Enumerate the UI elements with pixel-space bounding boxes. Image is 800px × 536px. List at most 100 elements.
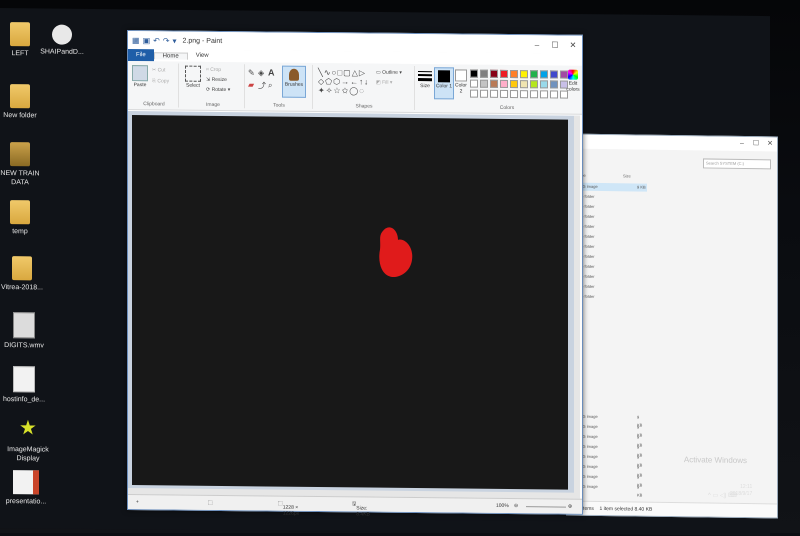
resize-button[interactable]: ⇲ Resize bbox=[206, 77, 227, 83]
palette-swatch[interactable] bbox=[550, 70, 558, 79]
desktop-icon-new-folder[interactable]: New folder bbox=[0, 84, 48, 121]
cut-button[interactable]: ✂ Cut bbox=[152, 67, 165, 73]
palette-swatch[interactable] bbox=[530, 90, 538, 99]
desktop-icon-presentation[interactable]: presentatio... bbox=[0, 470, 54, 507]
taskbar-clock[interactable]: 12:11 2018/9/17 bbox=[730, 484, 752, 498]
paste-button[interactable]: Paste bbox=[132, 65, 148, 88]
list-item[interactable]: PNG image 9 KB bbox=[577, 182, 647, 192]
shapes-group-label: Shapes bbox=[355, 103, 373, 110]
brushes-button[interactable]: Brushes bbox=[282, 65, 306, 98]
rotate-button[interactable]: ⟳ Rotate ▾ bbox=[206, 87, 230, 93]
color2-button[interactable]: Color 2 bbox=[454, 69, 468, 95]
minimize-icon[interactable]: – bbox=[528, 40, 546, 49]
palette-swatch[interactable] bbox=[540, 90, 548, 99]
palette-swatch[interactable] bbox=[540, 80, 548, 89]
palette-swatch[interactable] bbox=[500, 89, 508, 98]
size-group: Size bbox=[416, 66, 434, 110]
folder-icon bbox=[10, 142, 30, 167]
eraser-icon[interactable]: ▰ bbox=[248, 80, 254, 89]
palette-swatch[interactable] bbox=[520, 70, 528, 79]
column-size[interactable]: Size bbox=[623, 173, 669, 179]
crop-button[interactable]: ⌗ Crop bbox=[206, 67, 221, 73]
window-title: 2.png - Paint bbox=[182, 37, 223, 45]
outline-button[interactable]: ▭ Outline ▾ bbox=[376, 70, 402, 76]
maximize-icon[interactable]: ☐ bbox=[749, 137, 763, 151]
fill-icon[interactable]: ◈ bbox=[258, 68, 264, 77]
zoom-slider[interactable] bbox=[526, 506, 566, 508]
palette-swatch[interactable] bbox=[530, 80, 538, 89]
palette-swatch[interactable] bbox=[470, 89, 478, 98]
color-picker-icon[interactable]: ⤴ bbox=[258, 80, 266, 91]
palette-swatch[interactable] bbox=[490, 89, 498, 98]
tab-view[interactable]: View bbox=[188, 53, 217, 59]
desktop-icon-new-train-data[interactable]: NEW TRAIN DATA bbox=[0, 142, 48, 188]
zoom-out-icon[interactable]: ⊖ bbox=[514, 503, 518, 509]
maximize-icon[interactable]: ☐ bbox=[546, 40, 564, 49]
palette-swatch[interactable] bbox=[500, 79, 508, 88]
desktop-icon-hostinfo[interactable]: hostinfo_de... bbox=[0, 366, 52, 405]
text-icon[interactable]: A bbox=[268, 67, 275, 77]
palette-swatch[interactable] bbox=[480, 79, 488, 88]
minimize-icon[interactable]: – bbox=[735, 137, 749, 151]
desktop-icon-shaip[interactable]: SHAIPandD... bbox=[34, 24, 90, 57]
red-blob-shape bbox=[379, 227, 413, 277]
file-size: 🖫 Size: 8.4KB bbox=[352, 501, 370, 518]
explorer-search-input[interactable]: Search SYSTEM (C:) bbox=[703, 158, 771, 170]
shapes-gallery[interactable]: ╲∿○□▢△▷ ◇⬠⬡→←↑↓ ✦✧☆✩◯◌ bbox=[318, 68, 374, 96]
tools-group: ✎ ◈ A ▰ ⤴ ⌕ Brushes Tools bbox=[246, 64, 313, 109]
desktop-icon-temp[interactable]: temp bbox=[0, 200, 48, 237]
tab-home[interactable]: Home bbox=[153, 51, 188, 60]
select-button[interactable]: Select bbox=[184, 65, 202, 89]
customize-toolbar-icon[interactable]: ▾ bbox=[173, 36, 177, 45]
palette-swatch[interactable] bbox=[510, 70, 518, 79]
palette-swatch[interactable] bbox=[470, 79, 478, 88]
size-button[interactable]: Size bbox=[418, 69, 432, 89]
palette-swatch[interactable] bbox=[490, 69, 498, 78]
palette-swatch[interactable] bbox=[510, 90, 518, 99]
palette-swatch[interactable] bbox=[480, 69, 488, 78]
app-icon bbox=[52, 24, 72, 45]
zoom-in-icon[interactable]: ⊕ bbox=[568, 504, 572, 510]
palette-swatch[interactable] bbox=[500, 69, 508, 78]
color1-button[interactable]: Color 1 bbox=[434, 67, 454, 100]
folder-icon bbox=[10, 84, 30, 109]
file-explorer-window[interactable]: – ☐ ✕ Search SYSTEM (C:) TypeSize PNG im… bbox=[566, 133, 778, 519]
edit-colors-button[interactable]: Edit colors bbox=[566, 69, 580, 93]
close-icon[interactable]: ✕ bbox=[763, 137, 777, 151]
add-icon[interactable]: + bbox=[136, 499, 139, 505]
palette-swatch[interactable] bbox=[550, 80, 558, 89]
desktop-icon-vitrea[interactable]: Vitrea-2018... bbox=[0, 256, 50, 293]
tab-file[interactable]: File bbox=[128, 49, 154, 62]
vertical-scrollbar[interactable] bbox=[574, 115, 580, 499]
palette-swatch[interactable] bbox=[530, 70, 538, 79]
colors-group: Color 1 Color 2 Edit colors Colors bbox=[434, 66, 580, 112]
drawing-canvas[interactable] bbox=[132, 115, 568, 490]
pencil-icon[interactable]: ✎ bbox=[248, 68, 255, 77]
palette-swatch[interactable] bbox=[480, 89, 488, 98]
paint-window[interactable]: ▦ ▣ ↶ ↷ ▾ 2.png - Paint – ☐ ✕ File Home … bbox=[127, 30, 583, 518]
palette-swatch[interactable] bbox=[470, 69, 478, 78]
save-icon[interactable]: ▣ bbox=[143, 36, 151, 45]
shapes-group: ╲∿○□▢△▷ ◇⬠⬡→←↑↓ ✦✧☆✩◯◌ ▭ Outline ▾ ◩ Fil… bbox=[314, 64, 415, 111]
undo-icon[interactable]: ↶ bbox=[153, 36, 160, 45]
color-palette[interactable] bbox=[470, 69, 568, 99]
column-type[interactable]: Type bbox=[577, 173, 623, 179]
palette-swatch[interactable] bbox=[510, 80, 518, 89]
desktop-icon-imagemagick[interactable]: ★ ImageMagick Display bbox=[0, 417, 56, 464]
fill-button[interactable]: ◩ Fill ▾ bbox=[376, 80, 392, 86]
desktop-icon-digits-wmv[interactable]: DIGITS.wmv bbox=[0, 312, 52, 351]
selection-info: 1 item selected 8.40 KB bbox=[599, 505, 653, 513]
palette-swatch[interactable] bbox=[520, 90, 528, 99]
close-icon[interactable]: ✕ bbox=[564, 40, 582, 49]
ribbon: Paste ✂ Cut ⎘ Copy Clipboard Select ⌗ Cr… bbox=[128, 61, 582, 115]
redo-icon[interactable]: ↷ bbox=[163, 36, 170, 45]
color2-swatch bbox=[455, 69, 467, 82]
palette-swatch[interactable] bbox=[540, 70, 548, 79]
palette-swatch[interactable] bbox=[490, 79, 498, 88]
explorer-titlebar: – ☐ ✕ bbox=[567, 134, 777, 152]
palette-swatch[interactable] bbox=[520, 80, 528, 89]
palette-swatch[interactable] bbox=[550, 90, 558, 99]
magnifier-icon[interactable]: ⌕ bbox=[268, 80, 272, 90]
copy-button[interactable]: ⎘ Copy bbox=[152, 78, 169, 84]
line-medium bbox=[418, 74, 432, 77]
